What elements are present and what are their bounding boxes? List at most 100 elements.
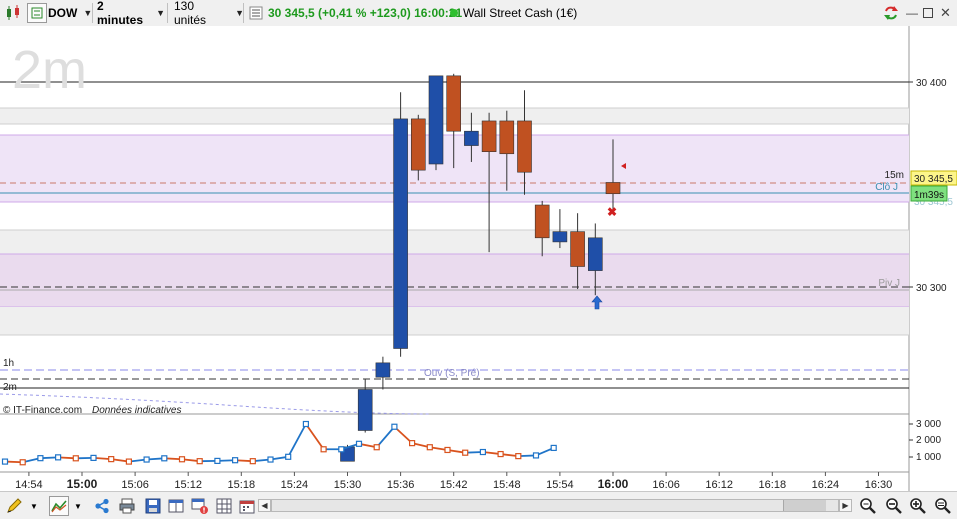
time-tick-label: 15:24 [281, 479, 309, 491]
copyright-label: © IT-Finance.com [3, 405, 82, 416]
candle-body [518, 121, 532, 172]
time-tick-label: 15:18 [228, 479, 256, 491]
candle-body [553, 232, 567, 242]
watermark-label: 2m [12, 40, 87, 100]
candle-body [535, 205, 549, 238]
bottom-toolbar: ▼ ▼ ◀ ▶ [0, 491, 957, 519]
quote-text: 30 345,5 (+0,41 % +123,0) 16:00:21 [268, 3, 462, 23]
volume-point [197, 459, 202, 464]
timeframe-label: 2 minutes [97, 0, 150, 27]
volume-point [498, 452, 503, 457]
candle-body [394, 119, 408, 349]
units-label: 130 unités [174, 0, 229, 27]
volume-tick-2000: 2 000 [916, 435, 941, 446]
price-tick-30400: 30 400 [916, 78, 947, 89]
volume-point [109, 457, 114, 462]
label-piv: Piv J [878, 278, 900, 289]
candlestick-icon[interactable] [4, 3, 22, 23]
candle-body [606, 182, 620, 193]
scroll-left-button[interactable]: ◀ [258, 499, 271, 512]
candle-body [376, 363, 390, 377]
volume-point [303, 422, 308, 427]
disclaimer-label: Données indicatives [92, 405, 182, 416]
chevron-down-icon: ▼ [83, 8, 92, 18]
time-tick-label: 15:30 [334, 479, 362, 491]
zoom-reset-icon[interactable] [933, 496, 953, 516]
current-price-label: 30 345,5 [914, 174, 953, 185]
layout-icon[interactable] [166, 496, 186, 516]
volume-point [180, 457, 185, 462]
volume-point [250, 459, 255, 464]
time-tick-label: 15:06 [121, 479, 149, 491]
time-tick-label: 16:30 [865, 479, 893, 491]
minimize-icon[interactable]: — [906, 3, 918, 23]
close-icon[interactable]: ✕ [940, 3, 951, 23]
indicator-icon[interactable] [49, 496, 69, 516]
cross-signal-icon: ✖ [607, 205, 617, 219]
label-1h: 1h [3, 358, 14, 369]
time-tick-label: 15:48 [493, 479, 521, 491]
calculator-icon[interactable] [249, 3, 263, 23]
volume-point [56, 455, 61, 460]
scroll-right-button[interactable]: ▶ [839, 499, 852, 512]
chevron-down-icon[interactable]: ▼ [72, 496, 84, 516]
save-icon[interactable] [143, 496, 163, 516]
candle-body [571, 232, 585, 267]
candle-body [411, 119, 425, 170]
timeframe-selector[interactable]: 2 minutes▼ [97, 3, 165, 23]
time-tick-label: 15:54 [546, 479, 574, 491]
volume-point [321, 447, 326, 452]
volume-point [551, 445, 556, 450]
time-tick-label: 16:06 [652, 479, 680, 491]
candle-body [588, 238, 602, 271]
volume-point [3, 459, 8, 464]
pencil-icon[interactable] [4, 496, 24, 516]
volume-point [286, 454, 291, 459]
candle-body [500, 121, 514, 154]
volume-point [392, 424, 397, 429]
print-icon[interactable] [117, 496, 137, 516]
volume-point [162, 456, 167, 461]
volume-tick-3000: 3 000 [916, 419, 941, 430]
volume-point [20, 460, 25, 465]
time-tick-label: 15:12 [174, 479, 202, 491]
volume-point [534, 453, 539, 458]
volume-point [268, 457, 273, 462]
volume-point [480, 450, 485, 455]
time-tick-label: 16:18 [759, 479, 787, 491]
grid-icon[interactable] [214, 496, 234, 516]
volume-tick-1000: 1 000 [916, 452, 941, 463]
candle-body [429, 76, 443, 164]
maximize-icon[interactable] [923, 3, 933, 23]
countdown-label: 1m39s [914, 190, 944, 201]
list-icon[interactable] [27, 3, 47, 23]
chart-canvas[interactable]: 2m 15m Clô J Piv J Ouv (S, Pré) 1h 2m © … [0, 26, 957, 491]
label-2m: 2m [3, 382, 17, 393]
alert-window-icon[interactable] [190, 496, 210, 516]
volume-point [463, 450, 468, 455]
scrollbar-thumb[interactable] [783, 500, 826, 511]
zoom-fit-icon[interactable] [858, 496, 878, 516]
share-icon[interactable] [92, 496, 112, 516]
zoom-in-icon[interactable] [908, 496, 928, 516]
units-selector[interactable]: 130 unités▼ [174, 3, 244, 23]
chart-area[interactable]: 2m 15m Clô J Piv J Ouv (S, Pré) 1h 2m © … [0, 26, 957, 518]
chevron-down-icon[interactable]: ▼ [28, 496, 40, 516]
volume-point [374, 445, 379, 450]
calendar-icon[interactable] [237, 496, 257, 516]
refresh-icon[interactable] [882, 3, 900, 23]
status-dot-icon [449, 3, 459, 23]
time-scrollbar[interactable] [271, 499, 839, 512]
volume-point [91, 455, 96, 460]
time-tick-label: 16:00 [598, 477, 629, 491]
time-tick-label: 16:12 [705, 479, 733, 491]
label-clo: Clô J [875, 182, 898, 193]
candle-body [464, 131, 478, 145]
volume-point [516, 454, 521, 459]
price-tick-30300: 30 300 [916, 283, 947, 294]
time-tick-label: 16:24 [812, 479, 840, 491]
zoom-out-icon[interactable] [884, 496, 904, 516]
symbol-label: DOW [48, 6, 77, 20]
time-tick-label: 15:00 [67, 477, 98, 491]
symbol-selector[interactable]: DOW ▼ [48, 3, 91, 23]
